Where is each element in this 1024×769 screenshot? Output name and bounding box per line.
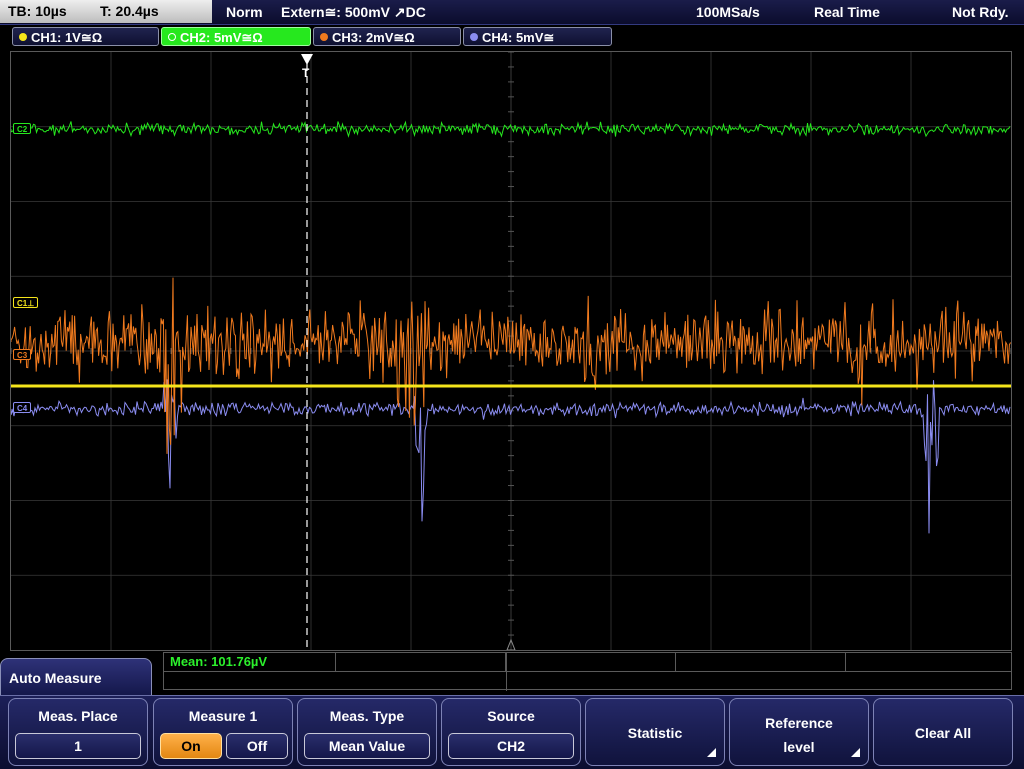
acquisition-mode: Real Time xyxy=(814,4,880,20)
trigger-mode[interactable]: Norm xyxy=(226,0,263,24)
ch3-color-dot xyxy=(320,33,328,41)
ch1-offset-marker[interactable]: C1⊥ xyxy=(13,297,39,308)
waveform-display[interactable]: T C2 C1⊥ C3 C4 xyxy=(10,51,1012,651)
tab-ch3-label: CH3: 2mV≅Ω xyxy=(332,30,415,45)
measure-1-key[interactable]: Measure 1 On Off xyxy=(153,698,293,766)
tab-ch1[interactable]: CH1: 1V≅Ω xyxy=(12,27,159,46)
waveform-canvas xyxy=(11,52,1011,650)
ch2-color-dot xyxy=(168,33,176,41)
status-bar: TB: 10µs T: 20.4µs Norm Extern≅: 500mV ↗… xyxy=(0,0,1024,25)
meas-row-2 xyxy=(164,671,1011,672)
ch1-color-dot xyxy=(19,33,27,41)
meas-place-key[interactable]: Meas. Place 1 xyxy=(8,698,148,766)
tab-ch3[interactable]: CH3: 2mV≅Ω xyxy=(313,27,461,46)
ch4-offset-marker[interactable]: C4 xyxy=(13,402,32,413)
timebase-box[interactable]: TB: 10µs T: 20.4µs xyxy=(0,0,212,23)
sample-rate: 100MSa/s xyxy=(696,4,760,20)
reference-label-line2: level xyxy=(783,739,815,755)
meas-place-value[interactable]: 1 xyxy=(15,733,141,759)
clear-all-key[interactable]: Clear All xyxy=(873,698,1013,766)
statistic-key[interactable]: Statistic xyxy=(585,698,725,766)
submenu-arrow-icon xyxy=(851,748,860,757)
meas-type-value[interactable]: Mean Value xyxy=(304,733,430,759)
measurement-results: Mean: 101.76µV xyxy=(163,652,1012,691)
measure-1-label: Measure 1 xyxy=(188,708,258,724)
measure-on-button[interactable]: On xyxy=(160,733,222,759)
tab-ch4[interactable]: CH4: 5mV≅ xyxy=(463,27,612,46)
ch3-offset-marker[interactable]: C3 xyxy=(13,349,32,360)
meas-cell-3 xyxy=(506,653,676,671)
timebase-value: TB: 10µs xyxy=(8,3,67,19)
clear-all-label: Clear All xyxy=(914,725,972,741)
statistic-label: Statistic xyxy=(627,725,683,741)
tab-ch2-label: CH2: 5mV≅Ω xyxy=(180,30,263,45)
tab-ch2[interactable]: CH2: 5mV≅Ω xyxy=(161,27,311,46)
source-label: Source xyxy=(487,708,535,724)
source-key[interactable]: Source CH2 xyxy=(441,698,581,766)
trigger-marker-label: T xyxy=(302,66,310,80)
meas-type-label: Meas. Type xyxy=(329,708,405,724)
meas-cell-1: Mean: 101.76µV xyxy=(164,653,336,671)
reference-label-line1: Reference xyxy=(765,715,833,731)
meas-cell-2 xyxy=(336,653,506,671)
ch4-color-dot xyxy=(470,33,478,41)
ch2-offset-marker[interactable]: C2 xyxy=(13,123,32,134)
trigger-source[interactable]: Extern≅: 500mV ↗DC xyxy=(281,0,426,24)
measure-off-button[interactable]: Off xyxy=(226,733,288,759)
meas-divider xyxy=(506,653,507,691)
auto-measure-title: Auto Measure xyxy=(0,658,152,696)
meas-place-label: Meas. Place xyxy=(38,708,118,724)
source-value[interactable]: CH2 xyxy=(448,733,574,759)
channel-tabs: CH1: 1V≅Ω CH2: 5mV≅Ω CH3: 2mV≅Ω CH4: 5mV… xyxy=(0,25,1024,49)
mean-value: Mean: 101.76µV xyxy=(170,654,268,669)
acquisition-state: Not Rdy. xyxy=(952,4,1009,20)
trigger-time-value: T: 20.4µs xyxy=(100,3,159,19)
tab-ch4-label: CH4: 5mV≅ xyxy=(482,30,555,45)
reference-level-key[interactable]: Reference level xyxy=(729,698,869,766)
meas-type-key[interactable]: Meas. Type Mean Value xyxy=(297,698,437,766)
softkey-panel: Meas. Place 1 Measure 1 On Off Meas. Typ… xyxy=(0,695,1024,769)
submenu-arrow-icon xyxy=(707,748,716,757)
tab-ch1-label: CH1: 1V≅Ω xyxy=(31,30,103,45)
meas-cell-4 xyxy=(676,653,846,671)
